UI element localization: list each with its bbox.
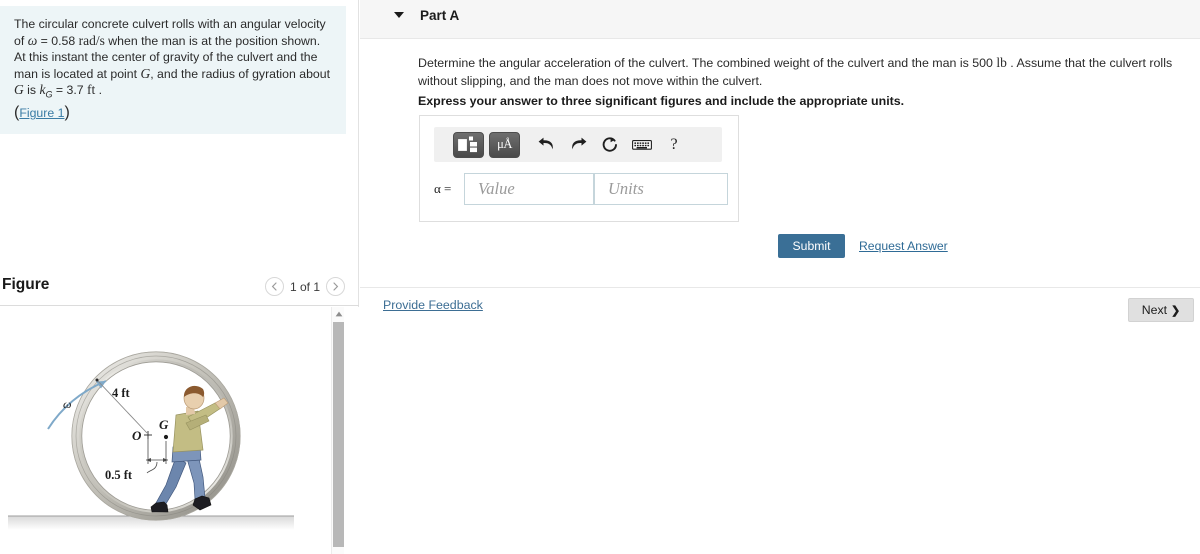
answer-entry-box: μÅ ? α = Value Units bbox=[419, 115, 739, 222]
submit-button[interactable]: Submit bbox=[778, 234, 845, 258]
figure-scrollbar[interactable] bbox=[331, 307, 344, 554]
figure-title: Figure bbox=[2, 276, 50, 293]
mu-angstrom-icon: μÅ bbox=[497, 137, 512, 151]
g-label: G bbox=[159, 417, 169, 432]
problem-text-segment-7: . bbox=[95, 83, 103, 98]
omega-figure-label: ω bbox=[63, 397, 71, 411]
figure-next-button[interactable] bbox=[326, 277, 345, 296]
weight-units: lb bbox=[996, 55, 1007, 70]
math-toolbar: μÅ ? bbox=[434, 127, 722, 162]
undo-arrow-icon bbox=[538, 137, 553, 150]
omega-symbol: ω bbox=[27, 32, 38, 48]
request-answer-link[interactable]: Request Answer bbox=[859, 239, 948, 253]
culvert-diagram: ω 4 ft O G 0.5 ft bbox=[8, 351, 294, 530]
math-template-button[interactable] bbox=[453, 131, 484, 158]
value-input[interactable]: Value bbox=[464, 173, 594, 205]
question-segment-1: Determine the angular acceleration of th… bbox=[418, 56, 997, 70]
redo-arrow-icon bbox=[571, 137, 586, 150]
answer-instruction: Express your answer to three significant… bbox=[418, 94, 905, 108]
question-text: Determine the angular acceleration of th… bbox=[418, 54, 1181, 90]
omega-units: rad/s bbox=[78, 32, 105, 48]
chevron-right-icon: ❯ bbox=[1171, 304, 1181, 317]
undo-button[interactable] bbox=[531, 132, 561, 158]
scroll-up-arrow-icon[interactable] bbox=[332, 307, 345, 320]
right-column: Part A Determine the angular acceleratio… bbox=[360, 0, 1200, 554]
provide-feedback-link[interactable]: Provide Feedback bbox=[383, 298, 483, 312]
radius-label: 4 ft bbox=[112, 386, 131, 400]
answer-input-row: α = Value Units bbox=[434, 173, 728, 205]
offset-label: 0.5 ft bbox=[105, 468, 133, 482]
units-symbol-button[interactable]: μÅ bbox=[489, 131, 520, 158]
center-of-gravity-dot bbox=[163, 434, 169, 440]
figure-header: Figure 1 of 1 bbox=[0, 274, 359, 306]
math-template-icon bbox=[458, 136, 477, 153]
redo-button[interactable] bbox=[563, 132, 593, 158]
units-input[interactable]: Units bbox=[594, 173, 728, 205]
scrollbar-thumb[interactable] bbox=[333, 322, 344, 547]
next-button-label: Next bbox=[1141, 303, 1168, 317]
figure-pager: 1 of 1 bbox=[264, 277, 345, 296]
alpha-variable-label: α = bbox=[434, 181, 452, 196]
figure-body: ω 4 ft O G 0.5 ft bbox=[0, 307, 359, 554]
culvert-ring bbox=[71, 351, 241, 521]
caret-down-icon[interactable] bbox=[394, 12, 404, 18]
triangle-up-icon bbox=[335, 311, 342, 316]
part-a-header[interactable]: Part A bbox=[360, 0, 1200, 39]
figure-prev-button[interactable] bbox=[264, 277, 284, 296]
figure-page-count: 1 of 1 bbox=[289, 279, 320, 294]
point-g-symbol-2: G bbox=[14, 82, 24, 98]
footer-divider bbox=[360, 287, 1200, 288]
figure-link-wrapper: (Figure 1) bbox=[14, 103, 332, 122]
offset-dimension bbox=[146, 437, 168, 474]
problem-page: The circular concrete culvert rolls with… bbox=[0, 0, 1200, 554]
chevron-right-icon bbox=[333, 282, 339, 291]
problem-text-segment-4: , and the radius of gyration about bbox=[150, 66, 331, 81]
close-paren: ) bbox=[64, 104, 70, 122]
problem-statement-panel: The circular concrete culvert rolls with… bbox=[0, 6, 346, 135]
next-button[interactable]: Next ❯ bbox=[1128, 298, 1194, 322]
problem-text-segment-6: = 3.7 bbox=[52, 83, 88, 98]
left-column: The circular concrete culvert rolls with… bbox=[0, 0, 359, 554]
reset-button[interactable] bbox=[595, 132, 625, 158]
keyboard-button[interactable] bbox=[627, 132, 657, 158]
problem-text-segment-2: = 0.58 bbox=[37, 33, 79, 48]
problem-text-segment-5: is bbox=[23, 83, 40, 98]
o-label: O bbox=[132, 428, 142, 443]
part-a-title: Part A bbox=[420, 8, 460, 23]
reset-circle-icon bbox=[602, 136, 617, 152]
help-button[interactable]: ? bbox=[659, 132, 689, 158]
chevron-left-icon bbox=[271, 282, 277, 291]
keyboard-icon bbox=[632, 140, 652, 150]
question-mark-icon: ? bbox=[670, 135, 678, 153]
problem-statement-text: The circular concrete culvert rolls with… bbox=[14, 16, 332, 103]
figure-1-link[interactable]: Figure 1 bbox=[19, 106, 64, 120]
point-g-symbol: G bbox=[140, 65, 151, 81]
